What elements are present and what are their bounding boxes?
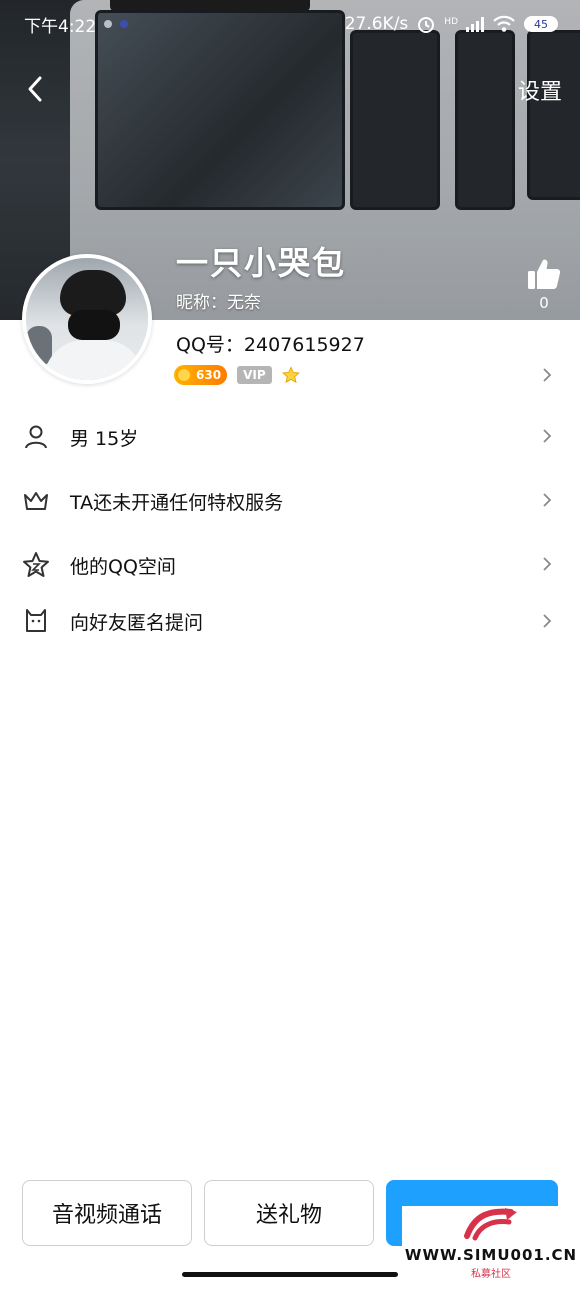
profile-nickname: 昵称：无奈 [176, 293, 261, 313]
star-icon [22, 551, 50, 579]
notification-dot-icon [104, 20, 113, 28]
chevron-right-icon [543, 429, 552, 443]
profile-info-list: 男 15岁 TA还未开通任何特权服务 他的QQ空间 向好友匿名提问 [0, 405, 580, 645]
person-icon [22, 423, 50, 451]
wifi-icon [493, 15, 515, 32]
list-item-label: TA还未开通任何特权服务 [70, 491, 284, 514]
watermark-site: WWW.SIMU001.CN [404, 1246, 578, 1264]
alarm-icon [418, 17, 435, 33]
like-count: 0 [539, 294, 549, 312]
battery-icon: 45 [524, 16, 558, 32]
home-indicator[interactable] [182, 1272, 398, 1277]
list-item-label: 他的QQ空间 [70, 555, 176, 578]
settings-button[interactable]: 设置 [518, 74, 562, 106]
list-item-qzone[interactable]: 他的QQ空间 [0, 533, 580, 597]
thumbs-up-icon [528, 259, 561, 289]
list-item-privilege[interactable]: TA还未开通任何特权服务 [0, 469, 580, 533]
list-item-gender-age[interactable]: 男 15岁 [0, 405, 580, 469]
chevron-right-icon[interactable] [540, 368, 554, 382]
badge-row[interactable]: 630 VIP [174, 365, 300, 385]
like-button[interactable]: 0 [526, 258, 562, 312]
status-bar: 下午4:22 27.6K/s HD 45 [0, 0, 580, 48]
level-value: 630 [196, 368, 222, 382]
watermark: WWW.SIMU001.CN 私募社区 [402, 1206, 580, 1284]
notification-dot-icon [120, 20, 129, 28]
back-button[interactable] [20, 72, 50, 106]
profile-display-name: 一只小哭包 [176, 244, 347, 282]
chevron-right-icon [543, 557, 552, 571]
signal-icon [466, 16, 484, 32]
status-right: 27.6K/s HD 45 [345, 14, 558, 34]
vip-badge: VIP [237, 366, 272, 384]
send-gift-button[interactable]: 送礼物 [204, 1180, 374, 1246]
sun-coin-icon [176, 367, 192, 383]
hd-label: HD [444, 17, 458, 27]
watermark-logo-icon [464, 1208, 517, 1241]
chevron-right-icon [543, 614, 552, 628]
status-time: 下午4:22 [24, 16, 97, 37]
network-speed: 27.6K/s [344, 14, 409, 34]
chevron-right-icon [543, 493, 552, 507]
list-item-label: 男 15岁 [70, 427, 139, 450]
chevron-left-icon [28, 76, 42, 102]
av-call-button[interactable]: 音视频通话 [22, 1180, 192, 1246]
status-left: 下午4:22 [24, 12, 129, 37]
list-item-anonymous-question[interactable]: 向好友匿名提问 [0, 597, 580, 645]
crown-icon [22, 487, 50, 515]
watermark-sub: 私募社区 [471, 1269, 511, 1280]
avatar[interactable] [22, 254, 152, 384]
star-badge-icon [281, 366, 300, 384]
level-badge: 630 [174, 365, 228, 385]
cat-icon [22, 607, 50, 635]
list-item-label: 向好友匿名提问 [70, 611, 204, 634]
qq-number: QQ号：2407615927 [176, 334, 365, 356]
